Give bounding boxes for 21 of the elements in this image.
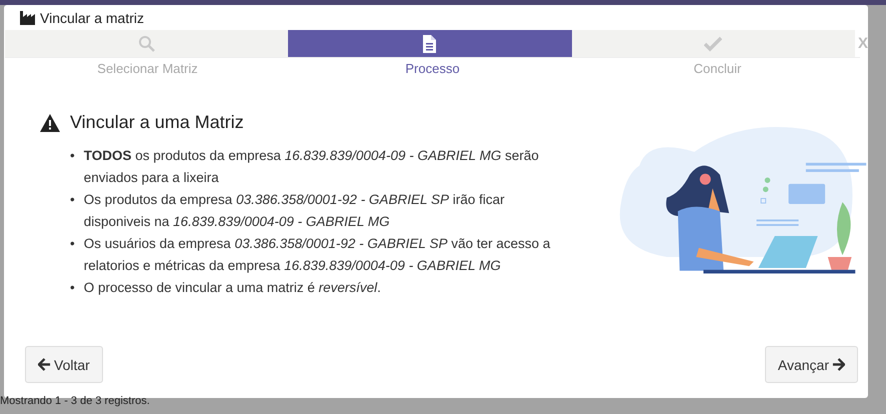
bullet: •	[70, 147, 75, 165]
back-button[interactable]: Voltar	[25, 346, 103, 383]
bullet: •	[70, 279, 75, 297]
factory-icon	[20, 11, 36, 25]
bullet: •	[70, 191, 75, 209]
step-label: Concluir	[694, 61, 742, 76]
arrow-left-icon	[38, 358, 51, 371]
check-icon	[704, 34, 722, 52]
window-title: Vincular a matriz	[40, 10, 144, 26]
section-heading: Vincular a uma Matriz	[70, 112, 244, 133]
arrow-right-icon	[832, 358, 845, 371]
bullet: •	[70, 235, 75, 253]
step-label: Selecionar Matriz	[97, 61, 198, 76]
step-tab[interactable]	[288, 30, 572, 57]
search-icon	[138, 34, 156, 52]
document-icon	[420, 34, 439, 52]
warning-icon	[40, 114, 60, 132]
step-label: Processo	[405, 61, 460, 76]
records-count: Mostrando 1 - 3 de 3 registros.	[0, 395, 151, 407]
bullet-text: O processo de vincular a uma matriz é reversível.	[84, 279, 382, 297]
next-button[interactable]: Avançar	[764, 346, 858, 383]
